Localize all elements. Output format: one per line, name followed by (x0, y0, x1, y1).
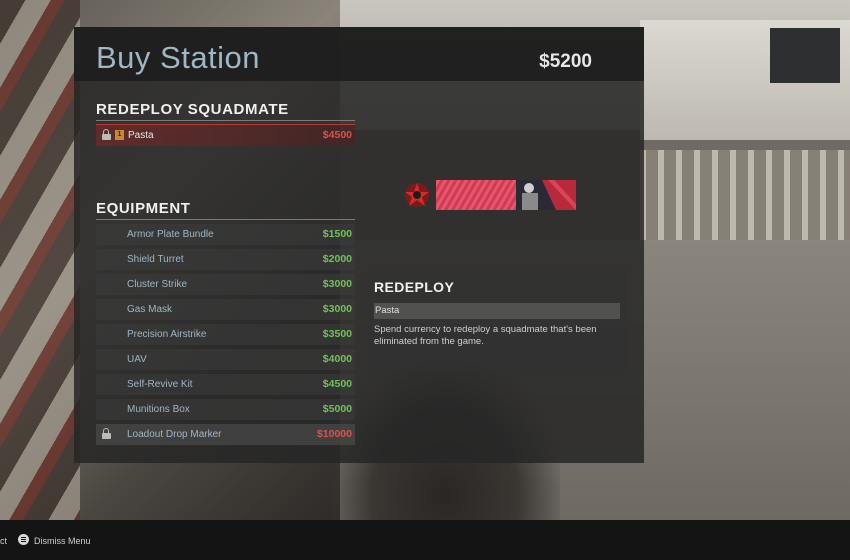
item-price: $10000 (316, 428, 352, 440)
item-price: $3000 (322, 303, 352, 315)
dismiss-menu-label[interactable]: Dismiss Menu (34, 536, 91, 546)
lock-icon (102, 129, 111, 140)
item-name: Munitions Box (127, 404, 190, 415)
item-name: UAV (127, 354, 147, 365)
item-name: Shield Turret (127, 254, 184, 265)
squadmate-calling-card (405, 180, 576, 210)
item-name: Self-Revive Kit (127, 379, 193, 390)
equipment-item-gas-mask[interactable]: Gas Mask $3000 (96, 299, 355, 320)
section-divider (96, 120, 355, 121)
equipment-item-uav[interactable]: UAV $4000 (96, 349, 355, 370)
item-detail-box: REDEPLOY Pasta Spend currency to redeplo… (367, 270, 627, 370)
item-price: $3500 (322, 328, 352, 340)
redeploy-section-title: REDEPLOY SQUADMATE (96, 101, 289, 118)
detail-subtitle-text: Pasta (375, 305, 400, 316)
item-name: Loadout Drop Marker (127, 429, 222, 440)
equipment-item-munitions-box[interactable]: Munitions Box $5000 (96, 399, 355, 420)
detail-title: REDEPLOY (374, 279, 455, 295)
item-price: $4500 (322, 129, 352, 141)
player-cash: $5200 (539, 51, 592, 72)
detail-subtitle: Pasta (374, 303, 620, 319)
panel-header: Buy Station $5200 (74, 27, 644, 81)
equipment-item-precision-airstrike[interactable]: Precision Airstrike $3500 (96, 324, 355, 345)
item-price: $1500 (322, 228, 352, 240)
item-price: $4000 (322, 353, 352, 365)
detail-description: Spend currency to redeploy a squadmate t… (374, 324, 597, 347)
item-price: $5000 (322, 403, 352, 415)
equipment-item-shield-turret[interactable]: Shield Turret $2000 (96, 249, 355, 270)
page-title: Buy Station (96, 40, 261, 75)
item-price: $2000 (322, 253, 352, 265)
lock-icon (102, 428, 111, 439)
select-prompt-fragment: ct (0, 536, 8, 546)
redeploy-item-pasta[interactable]: 1 Pasta $4500 (96, 124, 355, 146)
item-name: Pasta (128, 130, 154, 141)
menu-button-icon[interactable] (18, 534, 29, 545)
item-price: $4500 (322, 378, 352, 390)
item-price: $3000 (322, 278, 352, 290)
equipment-section-title: EQUIPMENT (96, 200, 191, 217)
equipment-item-cluster-strike[interactable]: Cluster Strike $3000 (96, 274, 355, 295)
equipment-item-armor-plate-bundle[interactable]: Armor Plate Bundle $1500 (96, 224, 355, 245)
buy-station-panel: Buy Station $5200 REDEPLOY SQUADMATE 1 P… (74, 27, 644, 463)
item-name: Precision Airstrike (127, 329, 207, 340)
bottom-prompt-bar: ct Dismiss Menu (0, 520, 850, 560)
rank-emblem-icon (405, 183, 429, 207)
item-name: Gas Mask (127, 304, 173, 315)
section-divider (96, 219, 355, 220)
squad-rank-badge: 1 (115, 130, 124, 140)
item-name: Armor Plate Bundle (127, 229, 214, 240)
item-name: Cluster Strike (127, 279, 188, 290)
equipment-item-self-revive-kit[interactable]: Self-Revive Kit $4500 (96, 374, 355, 395)
equipment-item-loadout-drop-marker[interactable]: Loadout Drop Marker $10000 (96, 424, 355, 445)
